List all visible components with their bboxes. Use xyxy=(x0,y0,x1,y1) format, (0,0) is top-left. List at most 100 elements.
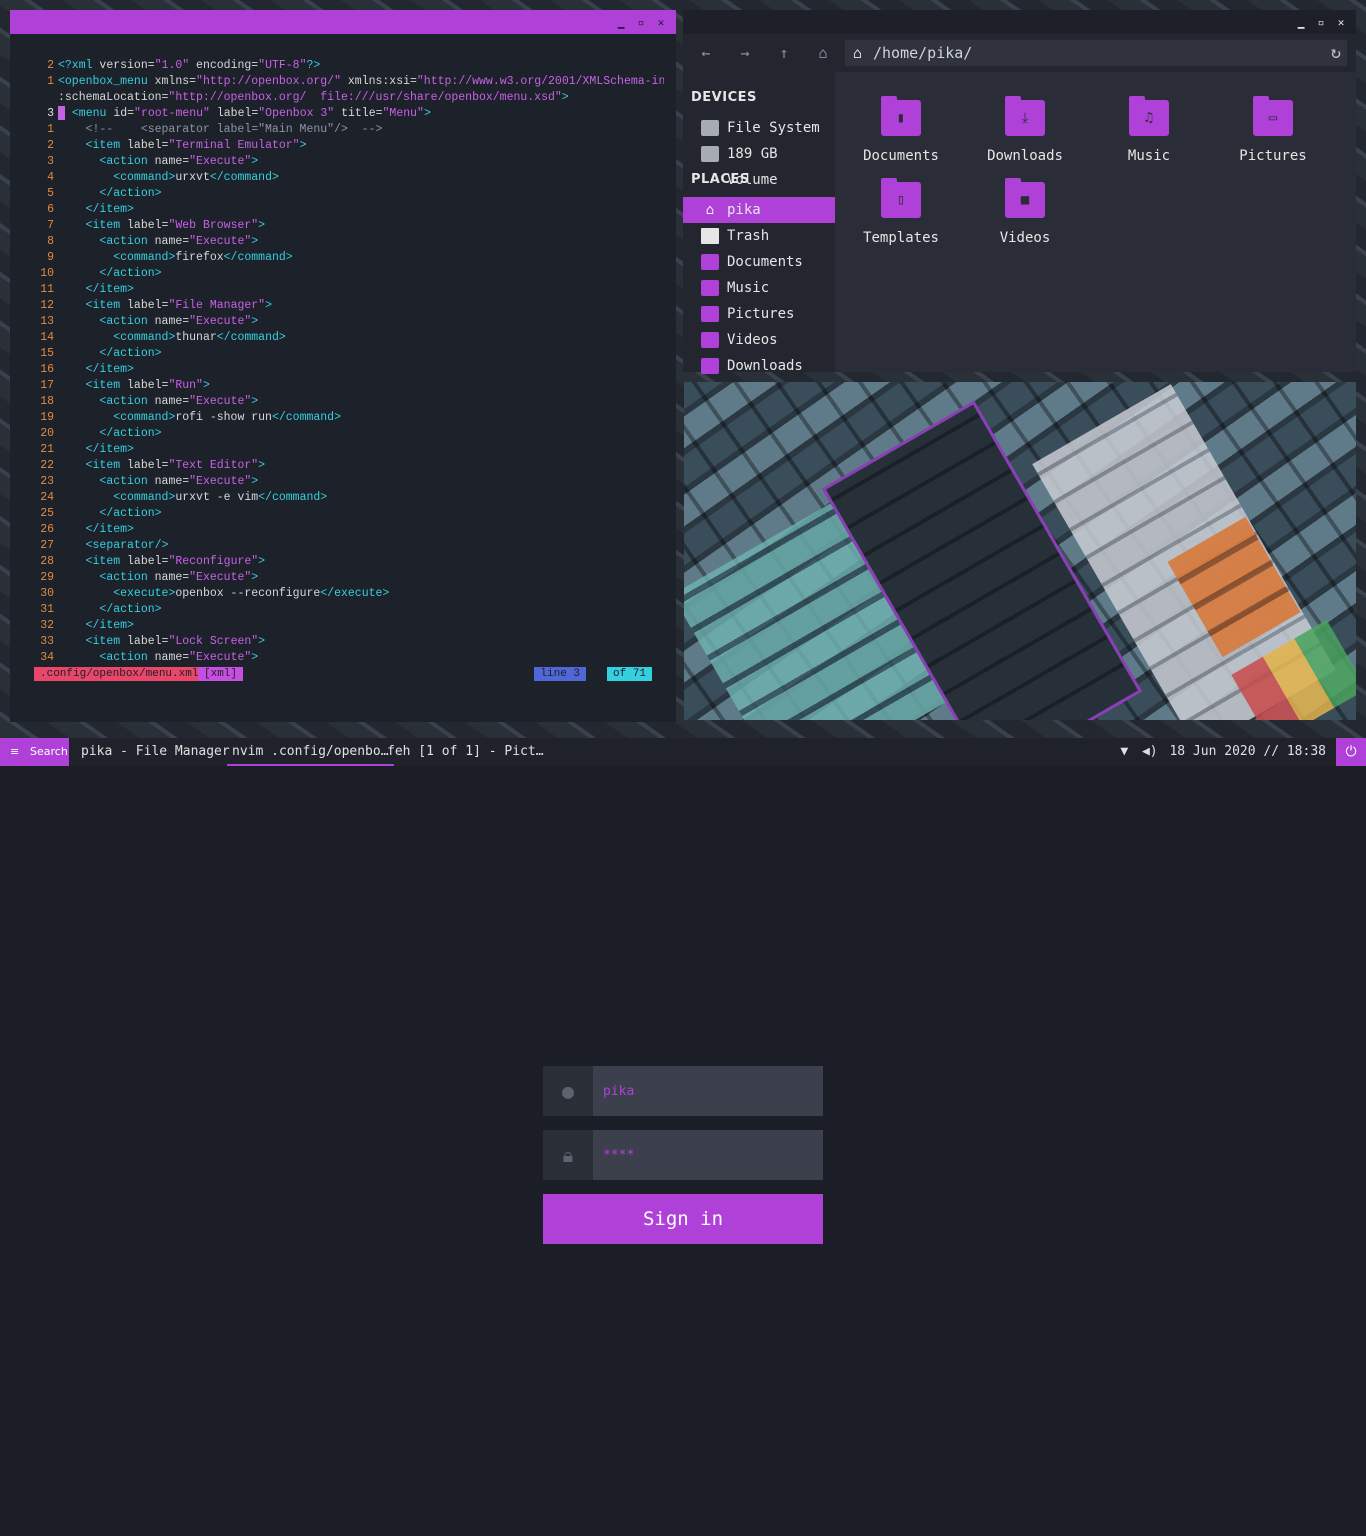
code-token: <separator/> xyxy=(85,539,169,552)
close-icon[interactable]: ✕ xyxy=(656,16,666,29)
code-line: 24 <command>urxvt -e vim</command> xyxy=(34,490,664,506)
username-field[interactable] xyxy=(593,1066,823,1116)
nvim-titlebar[interactable]: ▁ ▫ ✕ xyxy=(10,10,676,34)
line-text: <command>rofi -show run</command> xyxy=(58,410,341,426)
line-number: 29 xyxy=(40,571,54,584)
line-number: 4 xyxy=(47,171,54,184)
code-line: 26 </item> xyxy=(34,522,664,538)
back-arrow-icon[interactable]: ← xyxy=(696,43,716,63)
code-editor[interactable]: 2 <?xml version="1.0" encoding="UTF-8"?> 1… xyxy=(34,58,664,666)
code-token: > xyxy=(258,555,266,568)
code-line: 13 <action name="Execute"> xyxy=(34,314,664,330)
line-number: 21 xyxy=(40,443,54,456)
code-line: 29 <action name="Execute"> xyxy=(34,570,664,586)
code-token: > xyxy=(251,571,259,584)
code-line: 9 <command>firefox</command> xyxy=(34,250,664,266)
up-arrow-icon[interactable]: ↑ xyxy=(774,43,794,63)
code-token: "Run" xyxy=(168,379,203,392)
line-text: <?xml version="1.0" encoding="UTF-8"?> xyxy=(58,58,320,74)
line-number xyxy=(34,90,58,106)
line-text: :schemaLocation="http://openbox.org/ fil… xyxy=(58,90,569,106)
sidebar-item-trash[interactable]: Trash xyxy=(683,223,835,249)
power-icon[interactable]: ⏻ xyxy=(1336,738,1366,766)
home-icon[interactable]: ⌂ xyxy=(813,43,833,63)
wifi-icon[interactable]: ▼ xyxy=(1120,744,1128,759)
folder-music-icon xyxy=(701,280,719,296)
line-text: <command>urxvt -e vim</command> xyxy=(58,490,327,506)
maximize-icon[interactable]: ▫ xyxy=(636,16,646,29)
task-nvim[interactable]: nvim .config/openbo… xyxy=(227,738,394,766)
line-number: 28 xyxy=(40,555,54,568)
code-token: <command> xyxy=(113,491,176,504)
sidebar-item-videos[interactable]: Videos xyxy=(683,327,835,353)
trash-icon xyxy=(701,228,719,244)
code-token: </action> xyxy=(99,187,162,200)
code-token: "Execute" xyxy=(189,315,252,328)
code-token: <action xyxy=(99,235,155,248)
code-token: thunar xyxy=(175,331,217,344)
sidebar-item-downloads[interactable]: Downloads xyxy=(683,353,835,379)
search-button[interactable]: ≡ Search xyxy=(0,738,69,766)
code-token: </execute> xyxy=(320,587,390,600)
sidebar-item-music[interactable]: Music xyxy=(683,275,835,301)
code-token: label= xyxy=(127,555,169,568)
fm-titlebar[interactable]: ▁ ▫ ✕ xyxy=(683,10,1356,34)
code-line: 12 <item label="File Manager"> xyxy=(34,298,664,314)
password-field[interactable] xyxy=(593,1130,823,1180)
line-number: 15 xyxy=(40,347,54,360)
reload-icon[interactable]: ↻ xyxy=(1331,40,1341,66)
sidebar-item-documents[interactable]: Documents xyxy=(683,249,835,275)
code-token: "Execute" xyxy=(189,395,252,408)
folder-item-videos[interactable]: ■ Videos xyxy=(963,178,1087,246)
sidebar-item-pictures[interactable]: Pictures xyxy=(683,301,835,327)
status-total-lines: of 71 xyxy=(606,667,652,681)
sidebar-item-volume[interactable]: 189 GB Volume xyxy=(683,141,835,188)
folder-item-documents[interactable]: ▮ Documents xyxy=(839,96,963,164)
task-file-manager[interactable]: pika - File Manager xyxy=(81,738,230,766)
sign-in-button[interactable]: Sign in xyxy=(543,1194,823,1244)
folder-item-pictures[interactable]: ▭ Pictures xyxy=(1211,96,1335,164)
code-token: xmlns= xyxy=(154,75,197,88)
code-token: > xyxy=(251,235,259,248)
maximize-icon[interactable]: ▫ xyxy=(1316,16,1326,29)
line-text: <openbox_menu xmlns="http://openbox.org/… xyxy=(58,74,664,90)
code-token: "Web Browser" xyxy=(168,219,259,232)
line-text: <item label="Terminal Emulator"> xyxy=(58,138,307,154)
minimize-icon[interactable]: ▁ xyxy=(616,16,626,29)
line-number: 12 xyxy=(40,299,54,312)
line-text: <action name="Execute"> xyxy=(58,314,258,330)
folder-pictures-icon: ▭ xyxy=(1253,96,1293,136)
code-line: 6 </item> xyxy=(34,202,664,218)
close-icon[interactable]: ✕ xyxy=(1336,16,1346,29)
minimize-icon[interactable]: ▁ xyxy=(1296,16,1306,29)
volume-icon[interactable]: ◀) xyxy=(1142,744,1158,759)
line-text: </item> xyxy=(58,618,134,634)
folder-documents-icon: ▮ xyxy=(881,96,921,136)
line-number: 16 xyxy=(40,363,54,376)
code-token: id= xyxy=(113,107,135,121)
line-text: </item> xyxy=(58,522,134,538)
location-bar[interactable]: ⌂ /home/pika/ ↻ xyxy=(845,40,1347,66)
forward-arrow-icon[interactable]: → xyxy=(735,43,755,63)
clock: 18 Jun 2020 // 18:38 xyxy=(1169,744,1326,759)
line-number: 18 xyxy=(40,395,54,408)
folder-item-music[interactable]: ♫ Music xyxy=(1087,96,1211,164)
code-token: > xyxy=(251,651,259,664)
fm-folder-view: ▮ Documents ⤓ Downloads ♫ Music ▭ Pictur… xyxy=(836,72,1356,372)
sidebar-item-filesystem[interactable]: File System xyxy=(683,115,835,141)
location-path[interactable]: /home/pika/ xyxy=(873,40,972,66)
folder-item-downloads[interactable]: ⤓ Downloads xyxy=(963,96,1087,164)
code-token: <item xyxy=(85,555,128,568)
line-text: <item label="Run"> xyxy=(58,378,210,394)
code-token: "Lock Screen" xyxy=(168,635,259,648)
code-token: "File Manager" xyxy=(168,299,266,312)
task-feh[interactable]: feh [1 of 1] - Pict… xyxy=(387,738,544,766)
code-token: <action xyxy=(99,651,155,664)
code-token: <!-- <separator label="Main Menu"/> --> xyxy=(58,123,383,136)
sidebar-item-pika[interactable]: ⌂ pika xyxy=(683,197,835,223)
line-text: </action> xyxy=(58,266,161,282)
folder-item-templates[interactable]: ▯ Templates xyxy=(839,178,963,246)
